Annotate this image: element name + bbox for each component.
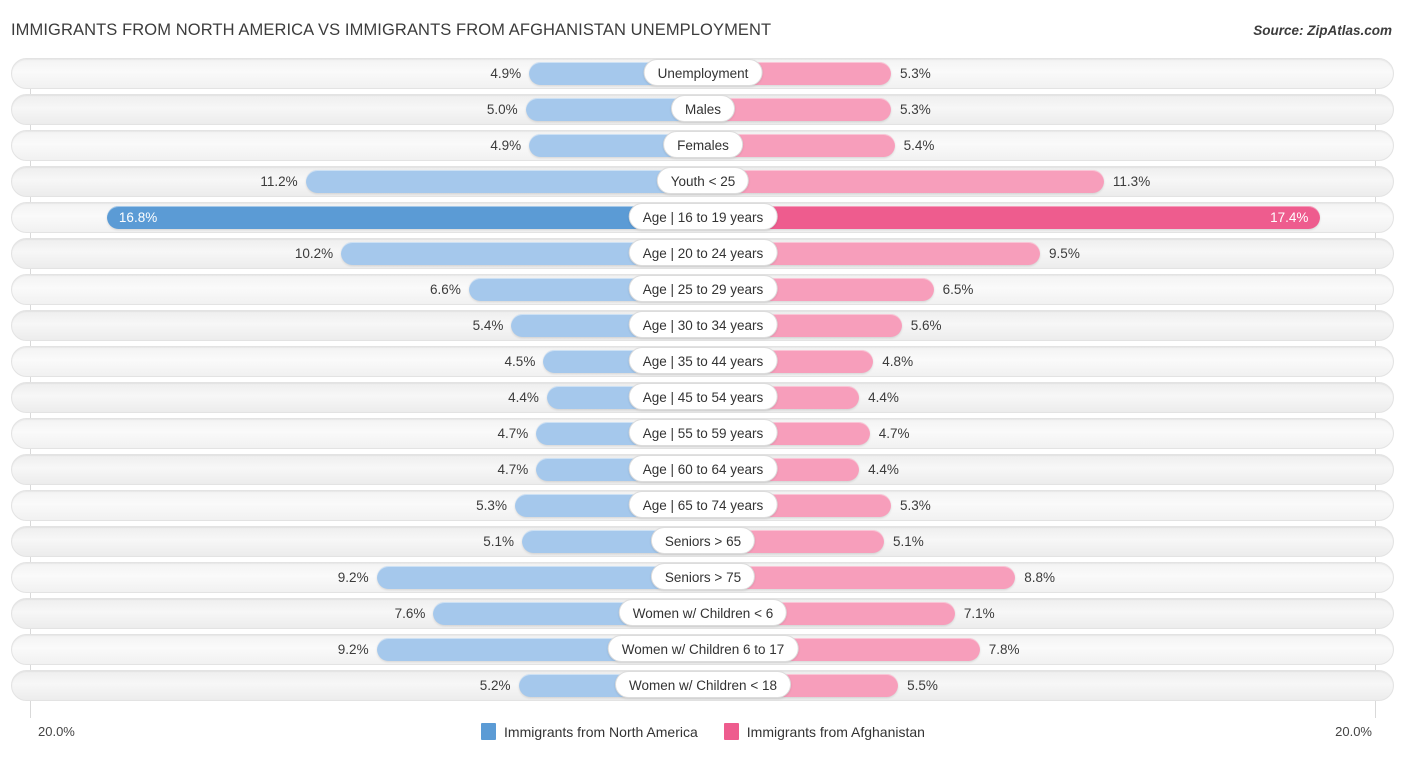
value-label-left: 5.0% [486, 102, 518, 117]
value-label-left: 5.1% [483, 534, 515, 549]
chart-row: 11.2% 11.3% Youth < 25 [0, 166, 1406, 197]
chart-footer: 20.0% 20.0% Immigrants from North Americ… [0, 718, 1406, 757]
value-label-left: 4.5% [504, 354, 536, 369]
row-category-label: Youth < 25 [656, 167, 750, 194]
chart-row: 4.5% 4.8% Age | 35 to 44 years [0, 346, 1406, 377]
value-label-right: 5.3% [900, 102, 931, 117]
value-label-right: 5.6% [910, 318, 942, 333]
value-label-right: 8.8% [1024, 570, 1055, 585]
row-category-label: Age | 25 to 29 years [628, 275, 778, 302]
value-label-right: 5.3% [900, 498, 931, 513]
value-label-left: 5.4% [472, 318, 504, 333]
value-label-right: 4.4% [868, 462, 899, 477]
chart-legend: Immigrants from North America Immigrants … [0, 723, 1406, 740]
legend-item[interactable]: Immigrants from Afghanistan [723, 723, 925, 740]
chart-row: 5.3% 5.3% Age | 65 to 74 years [0, 490, 1406, 521]
chart-row: 4.4% 4.4% Age | 45 to 54 years [0, 382, 1406, 413]
value-label-right: 7.8% [988, 642, 1020, 657]
row-category-label: Women w/ Children < 18 [615, 671, 791, 698]
value-label-right: 5.1% [892, 534, 924, 549]
legend-swatch-icon [481, 723, 497, 740]
chart-row: 4.7% 4.7% Age | 55 to 59 years [0, 418, 1406, 449]
row-category-label: Age | 35 to 44 years [628, 347, 778, 374]
chart-row: 7.6% 7.1% Women w/ Children < 6 [0, 598, 1406, 629]
chart-row: 4.9% 5.3% Unemployment [0, 58, 1406, 89]
row-category-label: Age | 16 to 19 years [628, 203, 778, 230]
value-label-left: 5.3% [476, 498, 507, 513]
row-category-label: Females [663, 131, 743, 158]
row-category-label: Age | 65 to 74 years [628, 491, 778, 518]
row-category-label: Seniors > 65 [650, 527, 756, 554]
value-label-left: 16.8% [118, 210, 158, 225]
chart-row: 10.2% 9.5% Age | 20 to 24 years [0, 238, 1406, 269]
value-label-left: 9.2% [337, 642, 369, 657]
row-category-label: Age | 20 to 24 years [628, 239, 778, 266]
legend-item[interactable]: Immigrants from North America [481, 723, 698, 740]
value-label-right: 4.8% [882, 354, 914, 369]
chart-row: 5.1% 5.1% Seniors > 65 [0, 526, 1406, 557]
value-label-left: 7.6% [394, 606, 426, 621]
chart-plot-area: 4.9% 5.3% Unemployment 5.0% 5.3% Males 4.9% 5.4… [0, 58, 1406, 718]
value-label-left: 9.2% [337, 570, 369, 585]
value-label-left: 4.7% [497, 462, 529, 477]
chart-header: IMMIGRANTS FROM NORTH AMERICA VS IMMIGRA… [0, 0, 1406, 58]
value-label-right: 5.3% [900, 66, 931, 81]
value-label-right: 5.4% [903, 138, 935, 153]
value-label-right: 9.5% [1049, 246, 1080, 261]
page-title: IMMIGRANTS FROM NORTH AMERICA VS IMMIGRA… [11, 21, 772, 39]
value-label-right: 4.7% [878, 426, 910, 441]
chart-row: 16.8% 17.4% Age | 16 to 19 years [0, 202, 1406, 233]
legend-label: Immigrants from North America [504, 723, 698, 740]
value-label-left: 10.2% [294, 246, 334, 261]
row-category-label: Age | 55 to 59 years [628, 419, 778, 446]
chart-row: 4.7% 4.4% Age | 60 to 64 years [0, 454, 1406, 485]
chart-row: 4.9% 5.4% Females [0, 130, 1406, 161]
chart-rows: 4.9% 5.3% Unemployment 5.0% 5.3% Males 4.9% 5.4… [0, 58, 1406, 706]
chart-row: 9.2% 8.8% Seniors > 75 [0, 562, 1406, 593]
value-label-left: 4.7% [497, 426, 529, 441]
source-attribution: Source: ZipAtlas.com [1253, 23, 1392, 38]
value-label-left: 11.2% [260, 174, 298, 189]
legend-swatch-icon [723, 723, 739, 740]
value-label-right: 11.3% [1112, 174, 1151, 189]
value-label-right: 6.5% [942, 282, 974, 297]
value-label-right: 5.5% [907, 678, 938, 693]
value-label-left: 6.6% [430, 282, 461, 297]
bar-right[interactable] [703, 170, 1104, 193]
chart-row: 5.4% 5.6% Age | 30 to 34 years [0, 310, 1406, 341]
chart-row: 5.2% 5.5% Women w/ Children < 18 [0, 670, 1406, 701]
row-category-label: Age | 60 to 64 years [628, 455, 778, 482]
row-category-label: Women w/ Children 6 to 17 [607, 635, 799, 662]
bar-left[interactable] [305, 170, 703, 193]
chart-row: 5.0% 5.3% Males [0, 94, 1406, 125]
row-category-label: Males [670, 95, 736, 122]
value-label-right: 4.4% [868, 390, 899, 405]
row-category-label: Seniors > 75 [650, 563, 756, 590]
value-label-left: 4.9% [490, 66, 522, 81]
row-category-label: Unemployment [643, 59, 763, 86]
row-category-label: Age | 45 to 54 years [628, 383, 778, 410]
chart-row: 9.2% 7.8% Women w/ Children 6 to 17 [0, 634, 1406, 665]
row-category-label: Age | 30 to 34 years [628, 311, 778, 338]
chart-row: 6.6% 6.5% Age | 25 to 29 years [0, 274, 1406, 305]
value-label-left: 4.9% [490, 138, 522, 153]
value-label-right: 7.1% [963, 606, 995, 621]
legend-label: Immigrants from Afghanistan [746, 723, 925, 740]
value-label-left: 4.4% [508, 390, 539, 405]
value-label-right: 17.4% [1270, 210, 1309, 225]
value-label-left: 5.2% [479, 678, 511, 693]
row-category-label: Women w/ Children < 6 [618, 599, 788, 626]
